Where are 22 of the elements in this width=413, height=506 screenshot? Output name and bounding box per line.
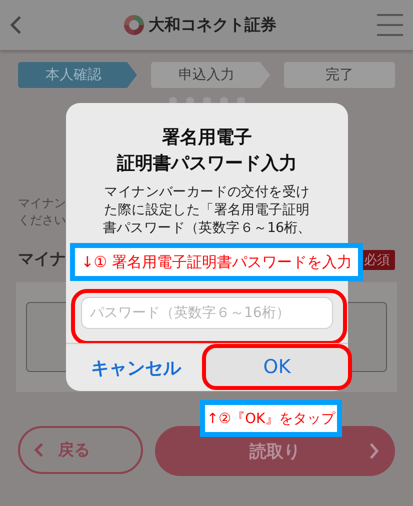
chevron-right-icon <box>369 443 379 459</box>
ok-button[interactable]: OK <box>202 344 352 390</box>
annotation-callout: ↑②『OK』をタップ <box>200 400 342 437</box>
dialog-message: 書パスワード（英数字６～16桁、 <box>102 220 312 236</box>
instruction-text: マイナン <box>18 196 66 210</box>
dialog-message: マイナンバーカードの交付を受け <box>104 184 310 200</box>
dialog-title: 証明書パスワード入力 <box>117 153 297 174</box>
instruction-text: ください <box>18 213 66 227</box>
back-button[interactable]: 戻る <box>18 426 143 474</box>
chevron-left-icon <box>34 443 44 457</box>
dialog-title: 署名用電子 <box>162 127 252 148</box>
section-heading: マイナ <box>18 249 66 270</box>
step-indicator: 本人確認 <box>18 62 137 88</box>
password-field[interactable]: パスワード（英数字６～16桁） <box>81 297 333 329</box>
back-chevron-icon[interactable] <box>10 15 22 35</box>
brand-name: 大和コネクト証券 <box>148 14 276 36</box>
dialog-message: た際に設定した「署名用電子証明 <box>104 202 310 218</box>
menu-icon[interactable] <box>377 13 403 37</box>
logo-icon <box>122 14 144 36</box>
step-indicator: 申込入力 <box>151 62 270 88</box>
step-indicator: 完了 <box>284 62 395 88</box>
annotation-callout: ↓① 署名用電子証明書パスワードを入力 <box>70 243 363 281</box>
